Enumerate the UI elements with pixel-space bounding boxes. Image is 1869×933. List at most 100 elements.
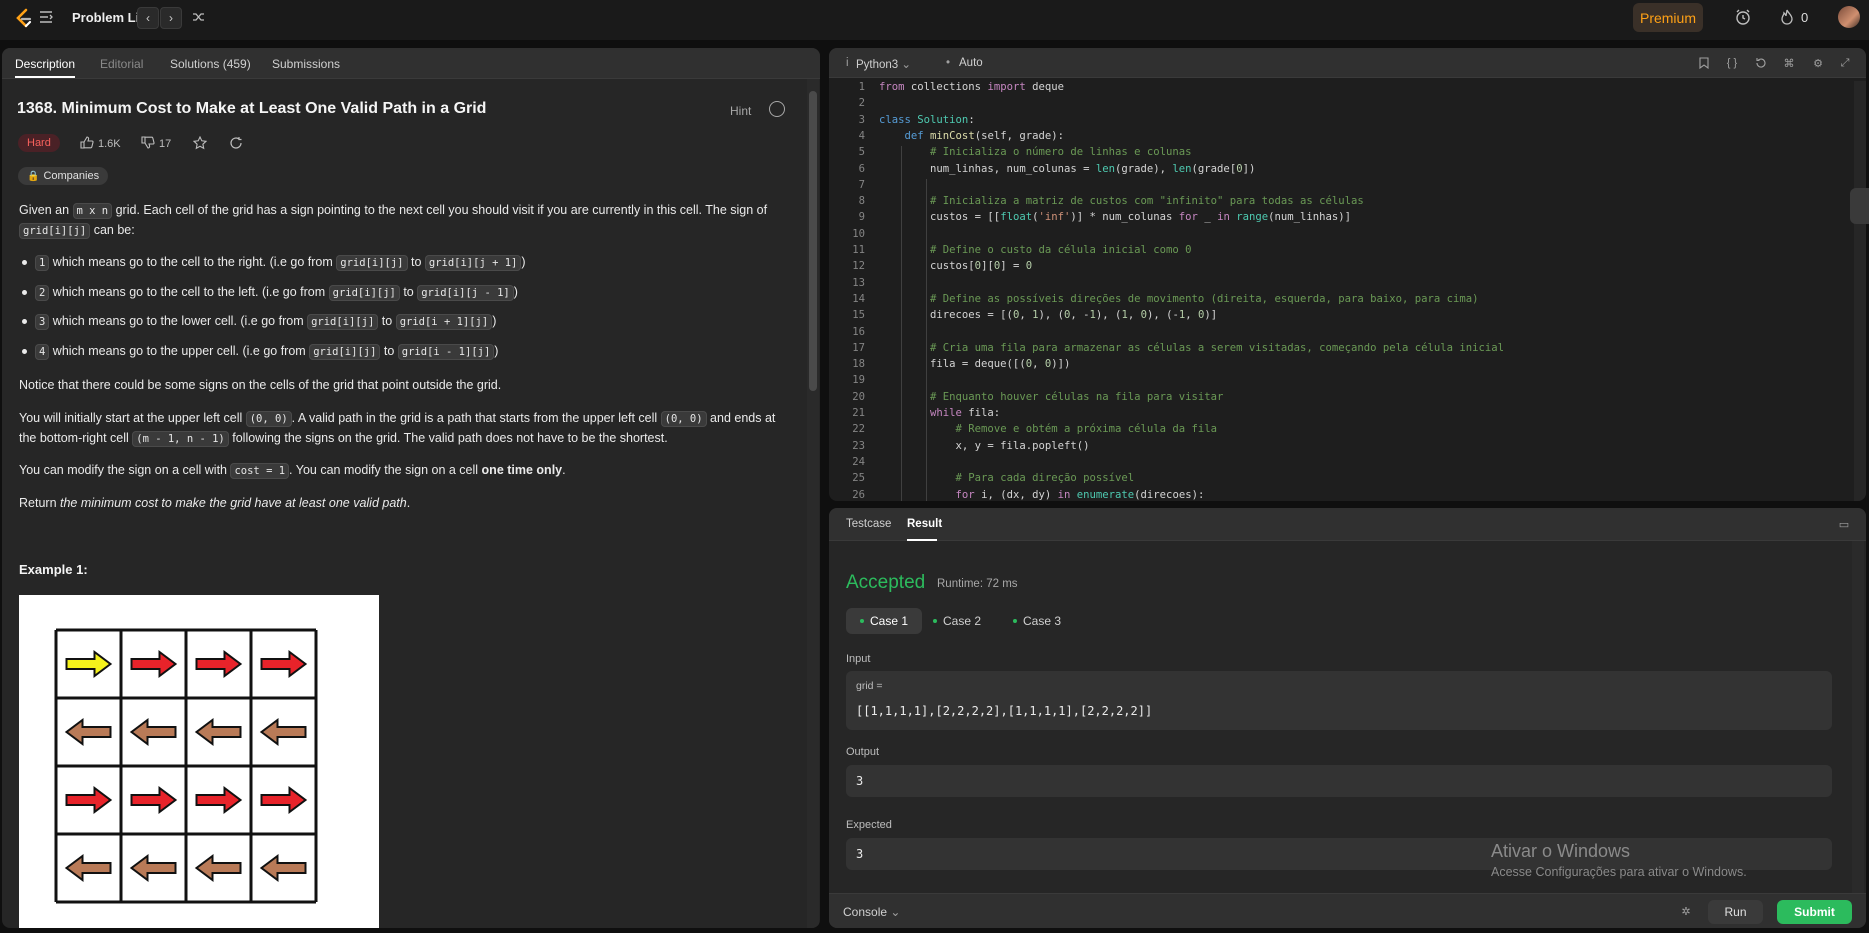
code-line[interactable]: 3 class Solution: [829,114,1849,130]
description-paragraph-4: You can modify the sign on a cell with c… [19,463,566,479]
code-text[interactable]: fila = deque([(0, 0)]) [879,358,1070,370]
result-scrollbar[interactable] [1852,541,1864,893]
format-code-icon[interactable]: { } [1725,56,1739,70]
code-line[interactable]: 1 from collections import deque [829,81,1849,97]
arrow-left-icon [129,854,177,882]
next-problem-button[interactable]: › [160,7,182,29]
code-line[interactable]: 7 [829,179,1849,195]
code-line[interactable]: 15 direcoes = [(0, 1), (0, -1), (1, 0), … [829,309,1849,325]
dislike-button[interactable]: 17 [141,136,171,152]
code-text[interactable]: direcoes = [(0, 1), (0, -1), (1, 0), (-1… [879,309,1217,321]
case-2-tab[interactable]: Case 2 [919,608,995,634]
notes-side-tab[interactable] [1850,188,1869,224]
code-text[interactable]: class Solution: [879,114,975,126]
streak-fire-icon[interactable] [1779,8,1795,26]
code-text[interactable]: num_linhas, num_colunas = len(grade), le… [879,163,1255,175]
code-line[interactable]: 16 [829,326,1849,342]
code-line[interactable]: 13 [829,277,1849,293]
code-line[interactable]: 10 [829,228,1849,244]
description-scrollbar[interactable] [807,79,819,928]
code-line[interactable]: 22 # Remove e obtém a próxima célula da … [829,423,1849,439]
code-text[interactable]: # Para cada direção possível [879,472,1135,484]
code-text[interactable]: # Cria uma fila para armazenar as célula… [879,342,1504,354]
code-line[interactable]: 24 [829,456,1849,472]
collapse-panel-icon[interactable]: ▭ [1837,517,1851,531]
companies-tag[interactable]: 🔒 Companies [18,167,109,185]
scrollbar-thumb[interactable] [809,91,817,391]
code-editor[interactable]: 1 from collections import deque 2 3 class So… [829,81,1866,501]
code-line[interactable]: 18 fila = deque([(0, 0)]) [829,358,1849,374]
code-line[interactable]: 26 for i, (dx, dy) in enumerate(direcoes… [829,489,1849,502]
code-text[interactable]: # Inicializa o número de linhas e coluna… [879,146,1192,158]
code-line[interactable]: 5 # Inicializa o número de linhas e colu… [829,146,1849,162]
fullscreen-icon[interactable]: ⤢ [1838,56,1852,70]
shortcuts-icon[interactable]: ⌘ [1782,56,1796,70]
alarm-clock-icon[interactable] [1734,8,1752,26]
debug-bug-icon[interactable]: ✲ [1679,904,1693,918]
code-line[interactable]: 19 [829,374,1849,390]
favorite-star-icon[interactable] [193,136,207,150]
language-select[interactable]: Python3 ⌄ [856,57,911,71]
code-line[interactable]: 11 # Define o custo da célula inicial co… [829,244,1849,260]
code-text[interactable]: for i, (dx, dy) in enumerate(direcoes): [879,489,1205,501]
code-line[interactable]: 20 # Enquanto houver células na fila par… [829,391,1849,407]
premium-button[interactable]: Premium [1633,3,1703,32]
like-button[interactable]: 1.6K [80,136,121,152]
bookmark-icon[interactable] [1697,56,1711,70]
code-text[interactable]: from collections import deque [879,81,1064,93]
run-button[interactable]: Run [1708,900,1763,924]
tab-description[interactable]: Description [15,57,75,71]
code-line[interactable]: 9 custos = [[float('inf')] * num_colunas… [829,211,1849,227]
share-icon[interactable] [229,136,243,150]
code-text[interactable]: # Enquanto houver células na fila para v… [879,391,1223,403]
list-item: 2 which means go to the cell to the left… [19,282,526,312]
code-line[interactable]: 4 def minCost(self, grade): [829,130,1849,146]
arrow-right-icon [130,650,178,678]
code-text[interactable]: # Remove e obtém a próxima célula da fil… [879,423,1218,435]
submit-button[interactable]: Submit [1777,900,1852,924]
code-line[interactable]: 6 num_linhas, num_colunas = len(grade), … [829,163,1849,179]
code-line[interactable]: 23 x, y = fila.popleft() [829,440,1849,456]
code-text[interactable]: # Define as possíveis direções de movime… [879,293,1479,305]
code-text[interactable]: x, y = fila.popleft() [879,440,1090,452]
problem-list-menu-icon[interactable] [38,9,54,25]
list-item: 4 which means go to the upper cell. (i.e… [19,341,526,371]
editor-scrollbar[interactable] [1854,81,1866,501]
tab-testcase[interactable]: Testcase [846,518,891,530]
settings-gear-icon[interactable]: ⚙ [1811,56,1825,70]
code-text[interactable]: def minCost(self, grade): [879,130,1064,142]
code-line[interactable]: 2 [829,97,1849,113]
console-toggle[interactable]: Console ⌄ [843,905,900,919]
prev-problem-button[interactable]: ‹ [137,7,159,29]
tab-result[interactable]: Result [907,518,942,530]
code-text[interactable]: # Inicializa a matriz de custos com "inf… [879,195,1364,207]
more-options-icon[interactable] [769,101,785,117]
code-text[interactable]: while fila: [879,407,1000,419]
case-1-tab[interactable]: Case 1 [846,608,923,634]
code-line[interactable]: 14 # Define as possíveis direções de mov… [829,293,1849,309]
code-line[interactable]: 8 # Inicializa a matriz de custos com "i… [829,195,1849,211]
tab-solutions[interactable]: Solutions (459) [170,57,251,71]
avatar[interactable] [1838,6,1860,28]
shuffle-icon[interactable] [191,9,207,25]
arrow-left-icon [129,718,177,746]
reset-icon[interactable] [1754,56,1768,70]
code-line[interactable]: 21 while fila: [829,407,1849,423]
hint-button[interactable]: Hint [730,104,751,118]
expected-label: Expected [846,819,892,831]
active-tab-indicator [907,539,937,541]
case-3-tab[interactable]: Case 3 [999,608,1075,634]
arrow-right-icon [195,650,243,678]
code-line[interactable]: 12 custos[0][0] = 0 [829,260,1849,276]
line-number: 16 [852,325,865,338]
arrow-right-icon [65,786,113,814]
description-paragraph-1: Given an m x n grid. Each cell of the gr… [19,203,768,239]
auto-mode-toggle[interactable]: Auto [959,57,983,69]
tab-submissions[interactable]: Submissions [272,57,340,71]
code-text[interactable]: custos = [[float('inf')] * num_colunas f… [879,211,1351,223]
code-line[interactable]: 17 # Cria uma fila para armazenar as cél… [829,342,1849,358]
leetcode-logo-icon[interactable] [14,8,34,30]
tab-editorial[interactable]: Editorial [100,57,143,71]
editor-toolbar: i Python3 ⌄ • Auto { } ⌘ ⚙ ⤢ [829,48,1866,78]
code-line[interactable]: 25 # Para cada direção possível [829,472,1849,488]
